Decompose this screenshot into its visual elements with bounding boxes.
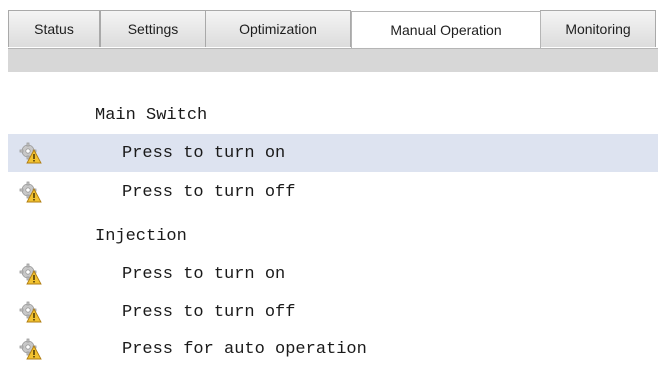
main-switch-turn-off[interactable]: Press to turn off (8, 173, 658, 211)
item-label: Press to turn on (122, 264, 286, 284)
manual-operation-window: Status Settings Optimization Manual Oper… (0, 0, 666, 379)
tab-optimization[interactable]: Optimization (205, 10, 351, 47)
section-title: Main Switch (95, 105, 208, 125)
injection-turn-on[interactable]: Press to turn on (8, 255, 658, 293)
section-header-injection: Injection (8, 217, 658, 255)
injection-turn-off[interactable]: Press to turn off (8, 293, 658, 331)
item-label: Press to turn off (122, 182, 296, 202)
tab-status[interactable]: Status (8, 10, 100, 47)
toolbar-band (8, 48, 658, 72)
gear-warning-icon (19, 142, 42, 164)
gear-warning-icon (19, 301, 42, 323)
section-title: Injection (95, 226, 187, 246)
gear-warning-icon (19, 181, 42, 203)
section-header-main-switch: Main Switch (8, 96, 658, 134)
tab-manual-operation[interactable]: Manual Operation (351, 11, 541, 48)
injection-auto-operation[interactable]: Press for auto operation (8, 330, 658, 368)
tab-settings[interactable]: Settings (100, 10, 206, 47)
item-label: Press to turn off (122, 302, 296, 322)
item-label: Press for auto operation (122, 339, 367, 359)
gear-warning-icon (19, 338, 42, 360)
item-label: Press to turn on (122, 143, 286, 163)
gear-warning-icon (19, 263, 42, 285)
main-switch-turn-on[interactable]: Press to turn on (8, 134, 658, 172)
tab-bar: Status Settings Optimization Manual Oper… (0, 0, 666, 48)
tab-monitoring[interactable]: Monitoring (540, 10, 656, 47)
